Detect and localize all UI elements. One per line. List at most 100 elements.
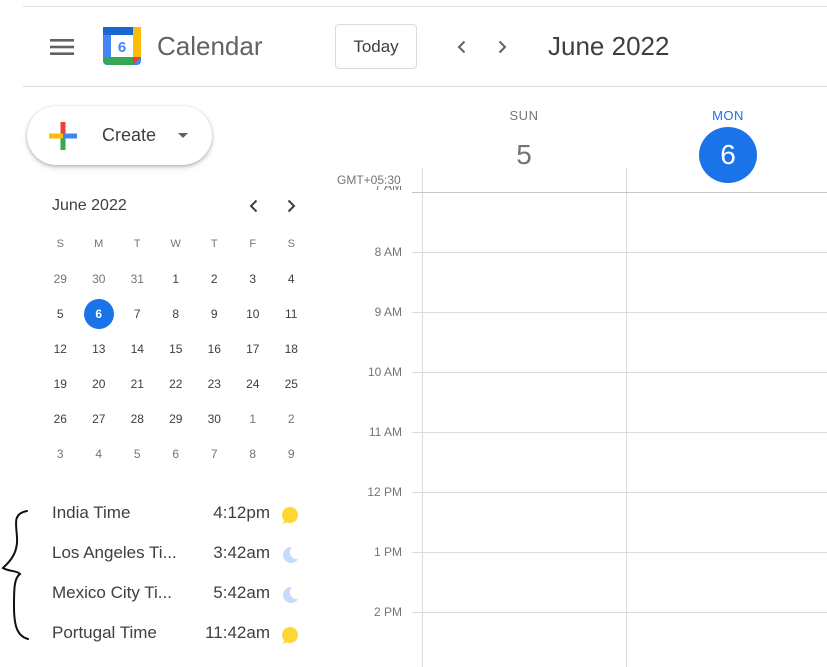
chevron-right-icon: [287, 199, 296, 213]
mini-day-number: 3: [56, 446, 64, 461]
mini-calendar-title: June 2022: [52, 197, 127, 214]
world-clock-row: Portugal Time 11:42am: [52, 615, 312, 655]
mini-day[interactable]: 20: [80, 366, 119, 401]
mini-day[interactable]: 16: [195, 331, 234, 366]
mini-day[interactable]: 13: [80, 331, 119, 366]
mini-day[interactable]: 1: [157, 261, 196, 296]
mini-day[interactable]: 25: [272, 366, 311, 401]
mini-day-number: 4: [95, 446, 103, 461]
mini-day[interactable]: 4: [272, 261, 311, 296]
hour-label: 8 AM: [374, 245, 402, 259]
mini-day[interactable]: 5: [41, 296, 80, 331]
mini-day-number: 26: [53, 411, 67, 426]
mini-day[interactable]: 30: [80, 261, 119, 296]
moon-icon: [283, 586, 298, 603]
mini-next-month-button[interactable]: [279, 194, 303, 218]
mini-calendar-grid: S M T W T F S 29 30 31 1 2 3 4 5 6 7 8 9 10 11 12 13 14 15 16 17 18…: [41, 226, 311, 471]
mini-day[interactable]: 2: [272, 401, 311, 436]
mini-day[interactable]: 21: [118, 366, 157, 401]
timezone-label: GMT+05:30: [337, 173, 401, 187]
hour-gridline: [412, 312, 827, 313]
mini-day[interactable]: 15: [157, 331, 196, 366]
moon-icon: [283, 546, 298, 563]
world-clock-list: India Time 4:12pm Los Angeles Ti... 3:42am M…: [52, 495, 312, 655]
create-button[interactable]: Create: [27, 106, 212, 165]
mini-day[interactable]: 1: [234, 401, 273, 436]
day-header-mon[interactable]: MON 6: [626, 108, 827, 183]
today-button[interactable]: Today: [335, 24, 417, 69]
mini-day[interactable]: 29: [41, 261, 80, 296]
chevron-left-icon: [249, 199, 258, 213]
mini-day[interactable]: 18: [272, 331, 311, 366]
mini-day-number: 7: [210, 446, 218, 461]
weekday-label: S: [287, 237, 295, 250]
mini-day[interactable]: 3: [41, 436, 80, 471]
day-number-today[interactable]: 6: [699, 127, 757, 183]
mini-day[interactable]: 27: [80, 401, 119, 436]
mini-day[interactable]: 26: [41, 401, 80, 436]
previous-period-button[interactable]: [446, 31, 478, 63]
hour-label: 7 AM: [340, 186, 402, 192]
mini-day-number: 11: [285, 306, 298, 321]
mini-day-number: 27: [92, 411, 106, 426]
day-header-sun[interactable]: SUN 5: [422, 108, 626, 183]
mini-day-number: 8: [172, 306, 180, 321]
mini-day-number: 5: [56, 306, 64, 321]
day-name: SUN: [509, 108, 539, 123]
chevron-left-icon: [457, 40, 466, 54]
mini-day[interactable]: 10: [234, 296, 273, 331]
clock-time: 5:42am: [213, 583, 270, 602]
mini-day[interactable]: 7: [195, 436, 234, 471]
hour-gridline: [412, 372, 827, 373]
hour-label: 9 AM: [374, 305, 402, 319]
mini-day[interactable]: 8: [234, 436, 273, 471]
calendar-logo-icon: 6: [103, 27, 141, 65]
mini-day-number: 29: [169, 411, 183, 426]
mini-day[interactable]: 24: [234, 366, 273, 401]
hour-gridline: [412, 612, 827, 613]
mini-day-number: 29: [53, 271, 67, 286]
day-column-divider: [422, 168, 423, 667]
create-label: Create: [102, 125, 157, 145]
main-menu-button[interactable]: [40, 25, 84, 69]
next-period-button[interactable]: [486, 31, 518, 63]
mini-day-selected[interactable]: 6: [80, 296, 119, 331]
mini-day[interactable]: 28: [118, 401, 157, 436]
mini-day[interactable]: 17: [234, 331, 273, 366]
mini-day-number: 5: [133, 446, 141, 461]
calendar-logo: 6: [102, 26, 142, 66]
mini-day[interactable]: 23: [195, 366, 234, 401]
mini-day-number: 25: [284, 376, 298, 391]
mini-day[interactable]: 22: [157, 366, 196, 401]
mini-day[interactable]: 3: [234, 261, 273, 296]
clock-city-name: Portugal Time: [52, 623, 157, 642]
mini-day[interactable]: 7: [118, 296, 157, 331]
mini-day[interactable]: 8: [157, 296, 196, 331]
mini-day[interactable]: 14: [118, 331, 157, 366]
mini-day-number: 6: [83, 298, 114, 329]
mini-day[interactable]: 12: [41, 331, 80, 366]
logo-day-text: 6: [118, 39, 126, 56]
sun-icon: [282, 627, 298, 644]
mini-day[interactable]: 19: [41, 366, 80, 401]
mini-day[interactable]: 31: [118, 261, 157, 296]
mini-prev-month-button[interactable]: [242, 194, 266, 218]
mini-day-number: 17: [246, 341, 260, 356]
mini-day[interactable]: 6: [157, 436, 196, 471]
mini-day[interactable]: 9: [272, 436, 311, 471]
header-divider: [23, 86, 827, 87]
mini-day[interactable]: 2: [195, 261, 234, 296]
mini-day-number: 1: [172, 271, 180, 286]
mini-day[interactable]: 30: [195, 401, 234, 436]
mini-day[interactable]: 4: [80, 436, 119, 471]
mini-day[interactable]: 29: [157, 401, 196, 436]
weekday-label: T: [210, 237, 218, 250]
day-number[interactable]: 5: [495, 127, 553, 183]
mini-day[interactable]: 5: [118, 436, 157, 471]
mini-day[interactable]: 11: [272, 296, 311, 331]
mini-day[interactable]: 9: [195, 296, 234, 331]
caret-down-icon[interactable]: [178, 133, 188, 138]
mini-day-number: 13: [92, 341, 106, 356]
mini-day-number: 30: [207, 411, 221, 426]
top-divider: [23, 6, 827, 7]
